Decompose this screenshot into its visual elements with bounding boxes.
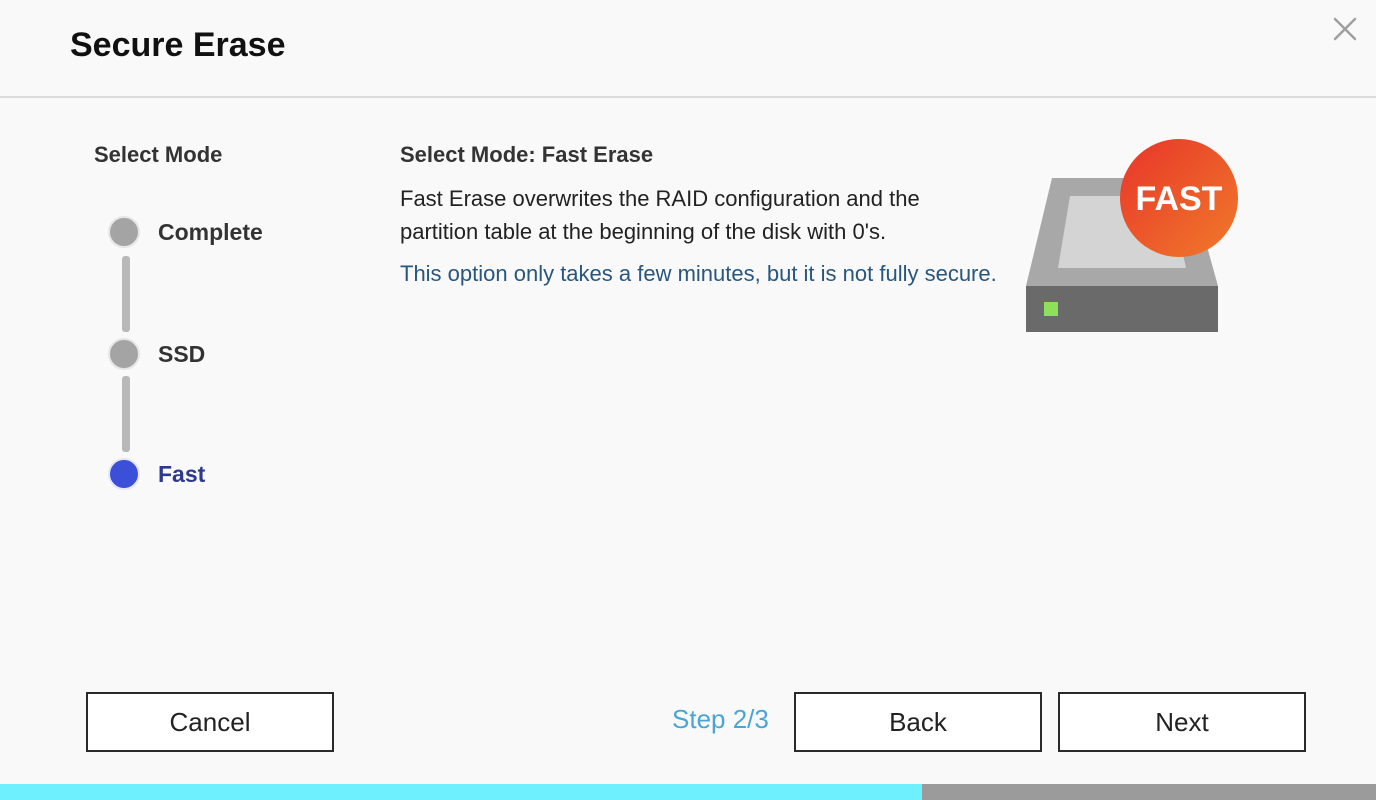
step-complete[interactable]: Complete: [108, 214, 263, 250]
step-label: Complete: [158, 218, 263, 245]
step-label: Fast: [158, 460, 206, 487]
step-connector: [122, 376, 130, 452]
dialog-title: Secure Erase: [70, 26, 286, 64]
step-dot-active: [108, 458, 140, 490]
progress-bar: [0, 784, 1376, 800]
progress-fill: [0, 784, 922, 800]
close-icon[interactable]: [1330, 14, 1360, 44]
drive-fast-icon: FAST: [1020, 136, 1250, 336]
step-indicator: Step 2/3: [672, 704, 769, 734]
mode-title: Select Mode: Fast Erase: [400, 142, 654, 167]
step-connector: [122, 256, 130, 332]
step-dot: [108, 338, 140, 370]
step-fast[interactable]: Fast: [108, 456, 205, 492]
back-button[interactable]: Back: [794, 692, 1042, 752]
step-label: SSD: [158, 340, 206, 367]
next-button[interactable]: Next: [1058, 692, 1306, 752]
cancel-button[interactable]: Cancel: [86, 692, 334, 752]
badge-text: FAST: [1136, 180, 1223, 218]
mode-description: Fast Erase overwrites the RAID configura…: [400, 186, 920, 244]
step-ssd[interactable]: SSD: [108, 336, 205, 372]
steps-heading: Select Mode: [94, 142, 223, 167]
dialog-header: Secure Erase: [0, 0, 1376, 98]
step-dot: [108, 216, 140, 248]
mode-note: This option only takes a few minutes, bu…: [400, 261, 997, 286]
